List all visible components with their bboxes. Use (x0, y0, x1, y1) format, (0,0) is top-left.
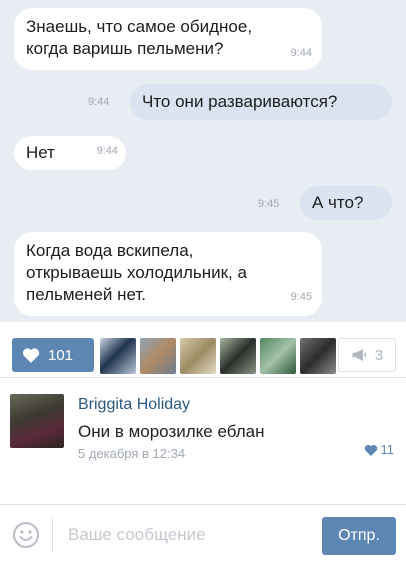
comment-date[interactable]: 5 декабря в 12:34 (78, 446, 185, 461)
share-count: 3 (374, 346, 384, 364)
comment-text: Они в морозилке еблан (78, 422, 265, 441)
message-text: Знаешь, что самое обидное, когда варишь … (26, 17, 253, 58)
post-actions-bar: 101 3 (0, 330, 406, 378)
outgoing-message: Что они развариваются? (130, 84, 392, 120)
message-composer: Отпр. (0, 504, 406, 564)
heart-icon (364, 444, 377, 456)
comment-like-button[interactable]: 11 (364, 442, 395, 457)
incoming-message: Нет 9:44 (14, 136, 126, 170)
comment-author[interactable]: Briggita Holiday (78, 396, 190, 414)
incoming-message: Знаешь, что самое обидное, когда варишь … (14, 8, 322, 70)
outgoing-message: А что? (300, 186, 392, 220)
heart-icon (22, 348, 40, 363)
incoming-message: Когда вода вскипела, открываешь холодиль… (14, 232, 322, 316)
message-text: Когда вода вскипела, открываешь холодиль… (26, 241, 247, 304)
send-button[interactable]: Отпр. (322, 517, 396, 555)
like-count: 101 (48, 346, 74, 364)
chat-area: Знаешь, что самое обидное, когда варишь … (0, 0, 406, 322)
message-time: 9:44 (96, 145, 118, 157)
avatar[interactable] (10, 394, 64, 448)
divider (52, 517, 53, 553)
megaphone-icon (352, 349, 366, 361)
liker-avatar[interactable] (100, 338, 136, 374)
liker-avatar[interactable] (300, 338, 336, 374)
liker-avatar[interactable] (220, 338, 256, 374)
message-time: 9:45 (258, 198, 280, 210)
liker-avatar[interactable] (260, 338, 296, 374)
message-text: А что? (312, 193, 364, 212)
message-time: 9:44 (88, 96, 110, 108)
emoji-icon[interactable] (12, 521, 40, 549)
message-time: 9:44 (290, 47, 312, 59)
comment: Briggita Holiday Они в морозилке еблан 5… (0, 392, 406, 472)
message-text: Что они развариваются? (142, 92, 338, 111)
liker-avatars (100, 338, 336, 374)
liker-avatar[interactable] (140, 338, 176, 374)
message-input[interactable] (60, 519, 310, 551)
comment-like-count: 11 (380, 442, 395, 457)
share-button[interactable]: 3 (338, 338, 396, 372)
liker-avatar[interactable] (180, 338, 216, 374)
like-button[interactable]: 101 (12, 338, 94, 372)
message-time: 9:45 (290, 291, 312, 303)
